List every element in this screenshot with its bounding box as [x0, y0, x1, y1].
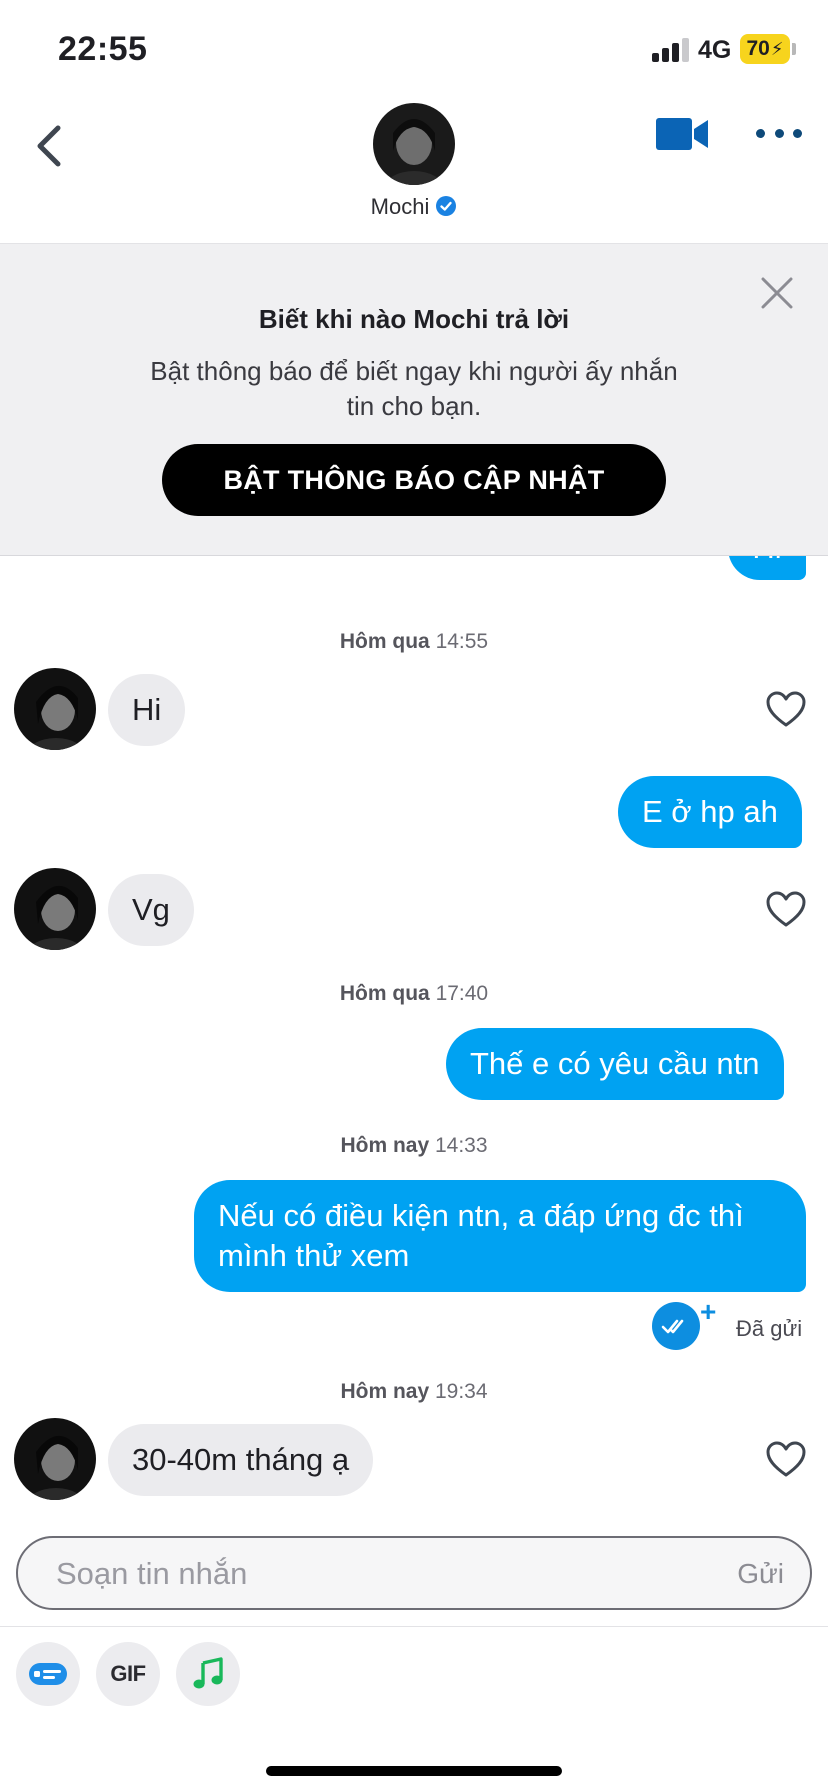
message-text: Thế e có yêu cầu ntn	[470, 1046, 760, 1081]
message-bubble-outgoing[interactable]: Hi	[728, 556, 806, 580]
network-type: 4G	[698, 36, 732, 64]
notification-banner: Biết khi nào Mochi trả lời Bật thông báo…	[0, 244, 828, 556]
contact-name: Mochi	[370, 194, 430, 219]
message-bubble-outgoing[interactable]: Nếu có điều kiện ntn, a đáp ứng đc thì m…	[194, 1180, 806, 1292]
cellular-signal-icon	[652, 38, 690, 62]
contact-avatar[interactable]	[373, 103, 455, 185]
video-call-icon	[656, 118, 708, 150]
message-list[interactable]: Hi Hôm qua 14:55 Hi E ở hp ah Vg Hô	[0, 556, 828, 1526]
message-bubble-outgoing[interactable]: Thế e có yêu cầu ntn	[446, 1028, 784, 1100]
message-composer: Gửi	[16, 1536, 812, 1610]
sent-status-label: Đã gửi	[736, 1316, 803, 1341]
message-text: E ở hp ah	[642, 794, 778, 829]
timestamp-day: Hôm qua	[339, 630, 430, 653]
gif-icon: GIF	[110, 1661, 146, 1686]
sent-check-icon	[652, 1302, 700, 1350]
message-text: Vg	[132, 892, 170, 927]
message-input[interactable]	[56, 1554, 676, 1594]
timestamp-day: Hôm nay	[340, 1380, 430, 1403]
back-icon	[37, 125, 61, 167]
home-indicator	[266, 1766, 562, 1776]
timestamp-time: 17:40	[435, 982, 489, 1005]
status-bar: 22:55 4G 70 ⚡	[0, 0, 828, 96]
more-options-button[interactable]	[756, 118, 802, 148]
message-bubble-incoming[interactable]: Hi	[108, 674, 186, 746]
message-text: Hi	[132, 692, 162, 727]
status-time: 22:55	[58, 30, 148, 68]
message-text: Hi	[752, 556, 781, 566]
music-button[interactable]	[176, 1642, 240, 1706]
message-bubble-incoming[interactable]: Vg	[108, 874, 194, 946]
timestamp-time: 14:55	[435, 630, 489, 653]
sender-avatar[interactable]	[14, 868, 96, 950]
message-bubble-incoming[interactable]: 30-40m tháng ạ	[108, 1424, 374, 1496]
delivery-status: + Đã gửi	[652, 1296, 822, 1352]
enable-notifications-button[interactable]: BẬT THÔNG BÁO CẬP NHẬT	[162, 444, 666, 516]
more-icon-dot	[774, 128, 784, 138]
timestamp-time: 19:34	[434, 1380, 488, 1403]
like-heart-icon[interactable]	[765, 1440, 807, 1478]
message-text: 30-40m tháng ạ	[132, 1442, 350, 1477]
timestamp-day: Hôm qua	[339, 982, 430, 1005]
divider	[0, 1626, 828, 1627]
timestamp-divider: Hôm nay 19:34	[0, 1380, 828, 1404]
message-bubble-outgoing[interactable]: E ở hp ah	[618, 776, 802, 848]
back-button[interactable]	[28, 116, 68, 176]
video-call-button[interactable]	[654, 114, 710, 154]
music-note-icon	[193, 1657, 223, 1689]
like-heart-icon[interactable]	[765, 690, 807, 728]
sticker-card-icon	[29, 1663, 67, 1685]
more-icon-dot	[756, 128, 765, 138]
verified-badge-icon	[436, 196, 457, 216]
sticker-card-button[interactable]	[16, 1642, 80, 1706]
timestamp-divider: Hôm qua 14:55	[0, 630, 828, 654]
message-text: Nếu có điều kiện ntn, a đáp ứng đc thì m…	[218, 1198, 744, 1273]
timestamp-divider: Hôm nay 14:33	[0, 1134, 828, 1158]
sender-avatar[interactable]	[14, 668, 96, 750]
charging-bolt-icon: ⚡	[770, 38, 784, 59]
send-button[interactable]: Gửi	[737, 1558, 784, 1590]
timestamp-time: 14:33	[434, 1134, 488, 1157]
banner-title: Biết khi nào Mochi trả lời	[258, 304, 570, 334]
battery-nub	[792, 43, 796, 55]
chat-header: Mochi	[0, 96, 828, 244]
battery-level: 70	[746, 37, 770, 60]
contact-name-row[interactable]: Mochi	[0, 194, 828, 220]
banner-description: Bật thông báo để biết ngay khi người ấy …	[150, 356, 678, 421]
more-icon-dot	[793, 128, 802, 138]
plus-icon: +	[700, 1296, 717, 1327]
sender-avatar[interactable]	[14, 1418, 96, 1500]
like-heart-icon[interactable]	[765, 890, 807, 928]
timestamp-divider: Hôm qua 17:40	[0, 982, 828, 1006]
battery-indicator: 70 ⚡	[740, 34, 790, 64]
gif-button[interactable]: GIF	[96, 1642, 160, 1706]
timestamp-day: Hôm nay	[340, 1134, 430, 1157]
